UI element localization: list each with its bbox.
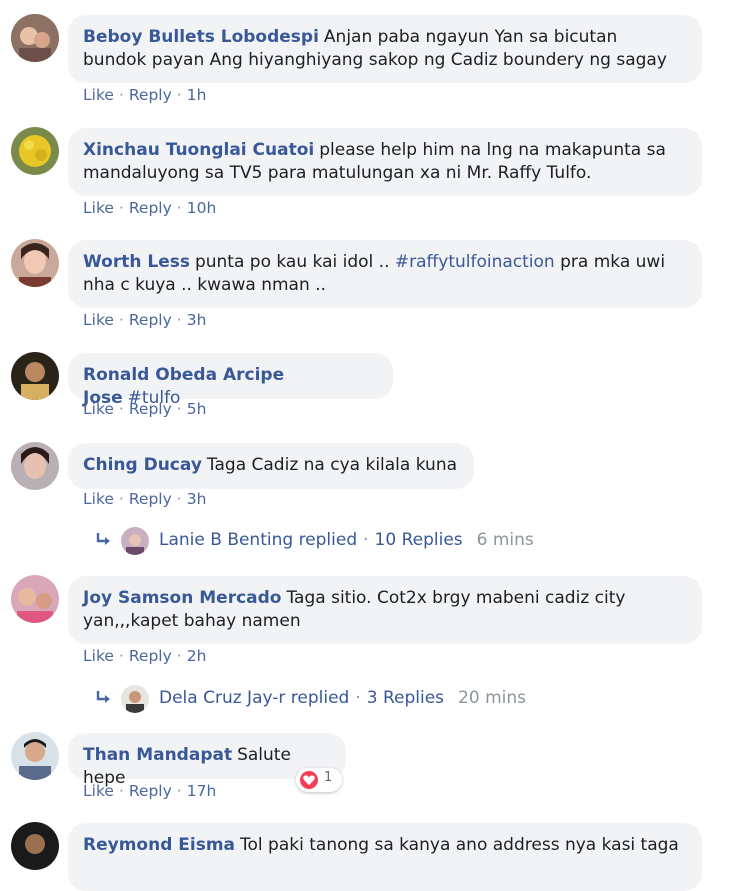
commenter-name[interactable]: Joy Samson Mercado (83, 588, 281, 608)
love-reaction-icon (300, 771, 318, 789)
comment-actions: Like · Reply · 17h (83, 782, 216, 800)
comment-time[interactable]: 1h (187, 86, 207, 104)
comment-bubble: Ching Ducay Taga Cadiz na cya kilala kuna (68, 443, 474, 489)
reaction-badge[interactable]: 1 (296, 768, 342, 792)
comment-actions: Like · Reply · 3h (83, 311, 206, 329)
avatar[interactable] (11, 822, 59, 870)
avatar[interactable] (11, 352, 59, 400)
comment-text: Tol paki tanong sa kanya ano address nya… (240, 835, 679, 855)
comment-text: punta po kau kai idol .. (194, 252, 395, 272)
reply-link[interactable]: Reply (129, 311, 172, 329)
commenter-name[interactable]: Reymond Eisma (83, 835, 235, 855)
replier-name: Dela Cruz Jay-r replied (159, 688, 350, 708)
like-link[interactable]: Like (83, 86, 114, 104)
avatar[interactable] (11, 127, 59, 175)
comment-actions: Like · Reply · 10h (83, 199, 216, 217)
separator: · (176, 199, 182, 217)
avatar (121, 527, 149, 555)
separator: · (176, 490, 182, 508)
comment-actions: Like · Reply · 5h (83, 400, 206, 418)
reply-link[interactable]: Reply (129, 400, 172, 418)
comment-actions: Like · Reply · 2h (83, 647, 206, 665)
separator: · (118, 311, 124, 329)
avatar[interactable] (11, 14, 59, 62)
commenter-name[interactable]: Xinchau Tuonglai Cuatoi (83, 140, 314, 160)
separator: · (118, 199, 124, 217)
separator: · (176, 311, 182, 329)
comment-bubble: Joy Samson Mercado Taga sitio. Cot2x brgy… (68, 576, 702, 644)
separator: · (176, 86, 182, 104)
separator: · (176, 647, 182, 665)
avatar[interactable] (11, 575, 59, 623)
comment-time[interactable]: 2h (187, 647, 207, 665)
commenter-name[interactable]: Beboy Bullets Lobodespi (83, 27, 319, 47)
like-link[interactable]: Like (83, 199, 114, 217)
reply-time: 20 mins (458, 688, 526, 708)
comment-bubble: Worth Less punta po kau kai idol .. #raff… (68, 240, 702, 308)
like-link[interactable]: Like (83, 647, 114, 665)
avatar[interactable] (11, 239, 59, 287)
commenter-name[interactable]: Than Mandapat (83, 745, 232, 765)
like-link[interactable]: Like (83, 400, 114, 418)
comment-time[interactable]: 3h (187, 490, 207, 508)
reply-link[interactable]: Reply (129, 199, 172, 217)
reply-link[interactable]: Reply (129, 782, 172, 800)
separator: · (118, 86, 124, 104)
reaction-count: 1 (324, 770, 333, 785)
comment-time[interactable]: 17h (187, 782, 217, 800)
avatar[interactable] (11, 442, 59, 490)
comment-bubble: Ronald Obeda Arcipe Jose #tulfo (68, 353, 393, 408)
comment-text: Taga Cadiz na cya kilala kuna (206, 455, 458, 475)
reply-arrow-icon (96, 691, 110, 703)
comment-time[interactable]: 3h (187, 311, 207, 329)
comment-bubble: Beboy Bullets Lobodespi Anjan paba ngayun… (68, 15, 702, 83)
like-link[interactable]: Like (83, 782, 114, 800)
replier-name: Lanie B Benting replied (159, 530, 358, 550)
reply-arrow-icon (96, 533, 110, 545)
separator: · (118, 647, 124, 665)
comment-time[interactable]: 10h (187, 199, 217, 217)
reply-link[interactable]: Reply (129, 647, 172, 665)
comment-bubble: Reymond Eisma Tol paki tanong sa kanya an… (68, 823, 702, 891)
separator: · (355, 688, 361, 708)
comment-bubble: Xinchau Tuonglai Cuatoi please help him n… (68, 128, 702, 196)
separator: · (118, 490, 124, 508)
reply-count: 3 Replies (366, 688, 445, 708)
comment-actions: Like · Reply · 1h (83, 86, 206, 104)
like-link[interactable]: Like (83, 490, 114, 508)
hashtag-link[interactable]: #raffytulfoinaction (395, 252, 555, 272)
reply-link[interactable]: Reply (129, 86, 172, 104)
commenter-name[interactable]: Worth Less (83, 252, 190, 272)
avatar (121, 685, 149, 713)
separator: · (176, 782, 182, 800)
reply-time: 6 mins (476, 530, 534, 550)
avatar[interactable] (11, 732, 59, 780)
like-link[interactable]: Like (83, 311, 114, 329)
commenter-name[interactable]: Ching Ducay (83, 455, 202, 475)
separator: · (118, 400, 124, 418)
reply-count: 10 Replies (374, 530, 463, 550)
separator: · (176, 400, 182, 418)
comment-actions: Like · Reply · 3h (83, 490, 206, 508)
comment-time[interactable]: 5h (187, 400, 207, 418)
reply-link[interactable]: Reply (129, 490, 172, 508)
separator: · (118, 782, 124, 800)
separator: · (363, 530, 369, 550)
